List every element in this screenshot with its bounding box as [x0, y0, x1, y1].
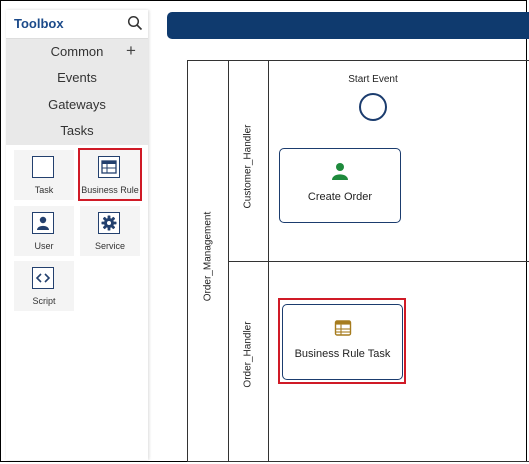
group-events[interactable]: Events: [6, 65, 148, 91]
script-icon: [32, 267, 54, 289]
toolbox-groups: Common + Events Gateways Tasks: [6, 39, 148, 145]
pool[interactable]: Order_Management Customer_Handler Start …: [187, 60, 529, 462]
toolbox-panel: Toolbox Common + Events Gateways Tasks T…: [6, 10, 148, 460]
lane-name: Order_Handler: [242, 321, 254, 388]
group-common[interactable]: Common +: [6, 39, 148, 65]
pool-header: Order_Management: [188, 61, 229, 461]
tool-service[interactable]: Service: [80, 206, 140, 256]
toolbox-header: Toolbox: [6, 10, 148, 39]
user-icon: [32, 212, 54, 234]
top-toolbar: [167, 12, 529, 39]
tool-user[interactable]: User: [14, 206, 74, 256]
start-event-label: Start Event: [348, 74, 398, 85]
toolbox-items: Task Business Rule User Service Script: [6, 145, 148, 460]
task-icon: [32, 156, 54, 178]
tool-task[interactable]: Task: [14, 150, 74, 200]
pool-name: Order_Management: [202, 211, 214, 302]
plus-icon[interactable]: +: [126, 42, 136, 59]
tool-script-label: Script: [32, 296, 56, 306]
lane-name: Customer_Handler: [242, 124, 254, 209]
highlight-box: [78, 148, 142, 201]
group-tasks[interactable]: Tasks: [6, 118, 148, 144]
tool-task-label: Task: [34, 185, 54, 195]
gear-icon: [98, 212, 120, 234]
toolbox-title: Toolbox: [14, 16, 64, 31]
lane-header: Order_Handler: [228, 261, 269, 461]
group-common-label: Common: [50, 44, 104, 59]
task-create-order[interactable]: Create Order: [279, 148, 401, 223]
group-gateways[interactable]: Gateways: [6, 92, 148, 118]
start-event[interactable]: [359, 93, 387, 121]
tool-service-label: Service: [94, 241, 125, 251]
highlight-box: [278, 298, 406, 384]
task-label: Create Order: [307, 191, 373, 203]
tool-user-label: User: [34, 241, 54, 251]
lane-order-handler[interactable]: Order_Handler Business Rule Task: [228, 261, 529, 461]
lane-customer-handler[interactable]: Customer_Handler Start Event Create Orde…: [228, 61, 529, 262]
lane-header: Customer_Handler: [228, 61, 269, 261]
tool-script[interactable]: Script: [14, 261, 74, 311]
search-icon[interactable]: [127, 15, 143, 31]
user-icon: [330, 161, 350, 186]
